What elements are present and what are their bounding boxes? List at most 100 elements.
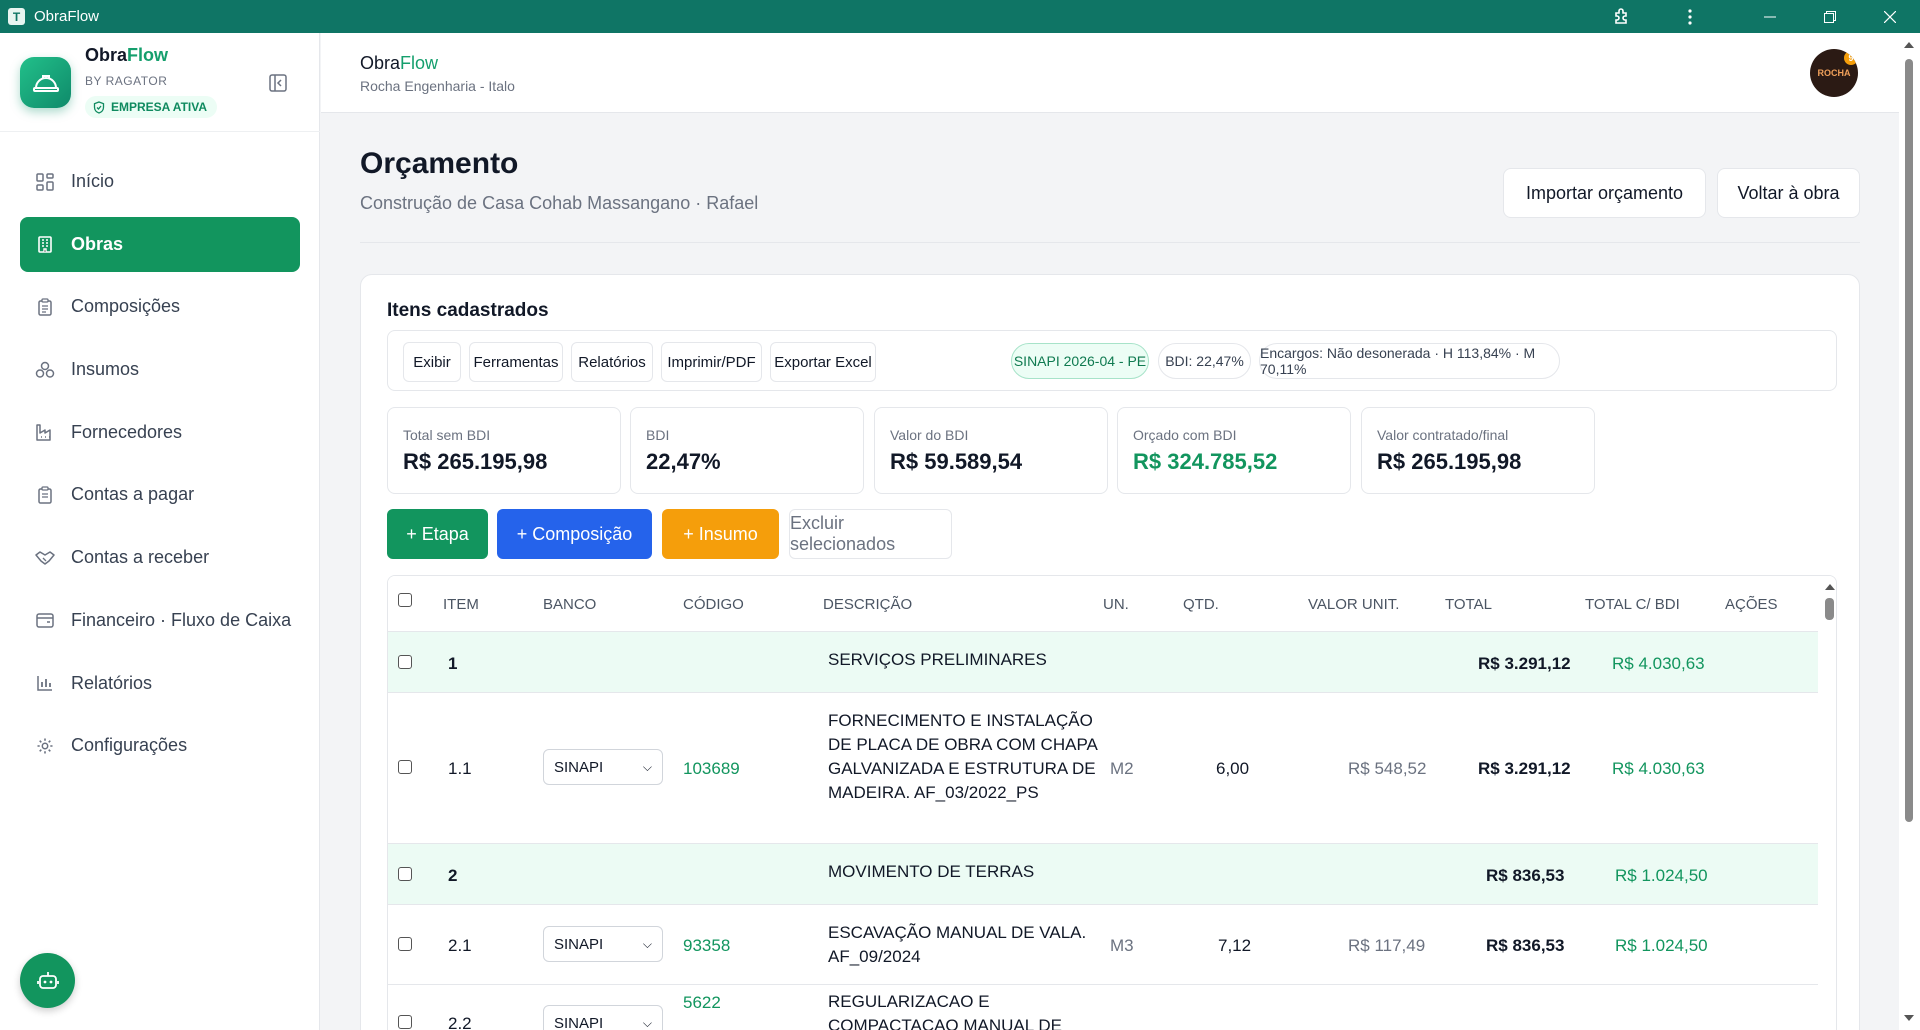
col-total-bdi: TOTAL C/ BDI xyxy=(1585,596,1680,613)
assistant-bot-button[interactable] xyxy=(20,953,75,1008)
table-toolbar: Exibir Ferramentas Relatórios Imprimir/P… xyxy=(387,330,1837,391)
brand-by: BY RAGATOR xyxy=(85,74,168,88)
table-row[interactable]: 2.1 SINAPI ⌵ 93358 ESCAVAÇÃO MANUAL DE VA… xyxy=(388,905,1818,985)
import-budget-button[interactable]: Importar orçamento xyxy=(1503,168,1706,218)
kpi-valor-bdi: Valor do BDI R$ 59.589,54 xyxy=(874,407,1108,494)
banco-select[interactable]: SINAPI ⌵ xyxy=(543,926,663,962)
table-row[interactable]: 2 MOVIMENTO DE TERRAS R$ 836,53 R$ 1.024… xyxy=(388,844,1818,905)
more-options-icon[interactable] xyxy=(1666,0,1714,33)
sidebar-item-inicio[interactable]: Início xyxy=(20,154,300,209)
budget-table: ITEM BANCO CÓDIGO DESCRIÇÃO UN. QTD. VAL… xyxy=(387,575,1837,1030)
print-pdf-button[interactable]: Imprimir/PDF xyxy=(661,342,762,382)
row-checkbox[interactable] xyxy=(398,937,412,951)
sidebar-item-configuracoes[interactable]: Configurações xyxy=(20,718,300,773)
row-checkbox[interactable] xyxy=(398,655,412,669)
col-valor-unit: VALOR UNIT. xyxy=(1308,596,1400,613)
sidebar-item-financeiro[interactable]: Financeiro · Fluxo de Caixa xyxy=(20,593,300,648)
row-checkbox[interactable] xyxy=(398,867,412,881)
export-excel-button[interactable]: Exportar Excel xyxy=(770,342,876,382)
restore-button[interactable] xyxy=(1806,0,1854,33)
sidebar-item-label: Fornecedores xyxy=(71,421,183,442)
delete-selected-button[interactable]: Excluir selecionados xyxy=(789,509,952,559)
sidebar-nav: Início Obras Composições Insumos Fornece… xyxy=(20,154,300,781)
back-to-project-button[interactable]: Voltar à obra xyxy=(1717,168,1860,218)
sidebar-item-label: Contas a receber xyxy=(71,547,210,568)
table-row[interactable]: 1 SERVIÇOS PRELIMINARES R$ 3.291,12 R$ 4… xyxy=(388,632,1818,693)
encargos-chip[interactable]: Encargos: Não desonerada · H 113,84% · M… xyxy=(1259,343,1560,379)
bdi-chip[interactable]: BDI: 22,47% xyxy=(1158,343,1251,379)
brand-name: ObraFlow xyxy=(85,45,169,65)
sidebar-item-obras[interactable]: Obras xyxy=(20,216,300,272)
avatar[interactable]: ROCHA 9 xyxy=(1810,49,1858,97)
sinapi-chip[interactable]: SINAPI 2026-04 - PE xyxy=(1011,343,1149,379)
table-row[interactable]: 1.1 SINAPI ⌵ 103689 FORNECIMENTO E INSTAL… xyxy=(388,693,1818,844)
chevron-down-icon: ⌵ xyxy=(642,937,652,951)
col-descricao: DESCRIÇÃO xyxy=(823,596,913,613)
page-subtitle: Construção de Casa Cohab Massangano · Ra… xyxy=(360,193,759,213)
hard-hat-icon xyxy=(32,74,59,92)
sidebar-item-relatorios[interactable]: Relatórios xyxy=(20,656,300,711)
wallet-icon xyxy=(35,610,55,630)
sidebar-item-label: Insumos xyxy=(71,359,140,380)
brand-logo xyxy=(20,57,71,108)
items-card: Itens cadastrados Exibir Ferramentas Rel… xyxy=(360,274,1860,1030)
app-logo-icon: T xyxy=(8,8,25,25)
table-row[interactable]: 2.2 SINAPI ⌵ 5622 REGULARIZACAO E COMPACT… xyxy=(388,985,1818,1030)
sidebar: ObraFlow BY RAGATOR EMPRESA ATIVA Início… xyxy=(0,33,320,1030)
col-item: ITEM xyxy=(443,596,479,613)
collapse-sidebar-icon[interactable] xyxy=(268,73,288,93)
page-title: Orçamento xyxy=(360,147,519,180)
table-scrollbar[interactable] xyxy=(1821,576,1836,1030)
row-checkbox[interactable] xyxy=(398,760,412,774)
col-qtd: QTD. xyxy=(1183,596,1219,613)
handshake-icon xyxy=(35,548,55,568)
sidebar-item-fornecedores[interactable]: Fornecedores xyxy=(20,405,300,460)
select-all-checkbox[interactable] xyxy=(398,593,412,607)
banco-select[interactable]: SINAPI ⌵ xyxy=(543,1005,663,1030)
notification-badge: 9 xyxy=(1844,51,1858,65)
col-banco: BANCO xyxy=(543,596,597,613)
card-title: Itens cadastrados xyxy=(387,300,549,321)
kpi-bdi: BDI 22,47% xyxy=(630,407,864,494)
add-etapa-button[interactable]: + Etapa xyxy=(387,509,488,559)
sidebar-item-label: Configurações xyxy=(71,735,188,756)
kpi-valor-contratado: Valor contratado/final R$ 265.195,98 xyxy=(1361,407,1595,494)
shield-check-icon xyxy=(93,100,105,114)
robot-icon xyxy=(36,971,59,989)
sidebar-item-insumos[interactable]: Insumos xyxy=(20,342,300,397)
sidebar-item-label: Composições xyxy=(71,296,181,317)
kpi-total-sem-bdi: Total sem BDI R$ 265.195,98 xyxy=(387,407,621,494)
add-insumo-button[interactable]: + Insumo xyxy=(662,509,779,559)
page-scrollbar[interactable] xyxy=(1899,33,1920,1030)
window-title: ObraFlow xyxy=(34,8,100,25)
close-button[interactable] xyxy=(1866,0,1914,33)
chevron-down-icon: ⌵ xyxy=(642,760,652,774)
ferramentas-button[interactable]: Ferramentas xyxy=(469,342,563,382)
col-un: UN. xyxy=(1103,596,1129,613)
header-brand: ObraFlow xyxy=(360,53,439,73)
col-acoes: AÇÕES xyxy=(1725,596,1778,613)
boxes-icon xyxy=(35,360,55,380)
sidebar-item-label: Contas a pagar xyxy=(71,484,195,505)
building-icon xyxy=(35,234,55,254)
relatorios-button[interactable]: Relatórios xyxy=(571,342,653,382)
sidebar-item-label: Relatórios xyxy=(71,672,153,693)
clipboard-list-icon xyxy=(35,485,55,505)
grid-icon xyxy=(35,172,55,192)
header-company: Rocha Engenharia - Italo xyxy=(360,78,515,94)
exibir-button[interactable]: Exibir xyxy=(403,342,461,382)
row-checkbox[interactable] xyxy=(398,1015,412,1029)
sidebar-item-composicoes[interactable]: Composições xyxy=(20,279,300,334)
company-active-badge: EMPRESA ATIVA xyxy=(85,96,218,118)
window-titlebar: T ObraFlow xyxy=(0,0,1920,33)
bar-chart-icon xyxy=(35,673,55,693)
extensions-icon[interactable] xyxy=(1598,0,1646,33)
sidebar-item-contas-receber[interactable]: Contas a receber xyxy=(20,530,300,585)
sidebar-item-contas-pagar[interactable]: Contas a pagar xyxy=(20,467,300,522)
gear-icon xyxy=(35,736,55,756)
add-composicao-button[interactable]: + Composição xyxy=(497,509,652,559)
minimize-button[interactable] xyxy=(1746,0,1794,33)
sidebar-item-label: Financeiro · Fluxo de Caixa xyxy=(71,609,292,630)
banco-select[interactable]: SINAPI ⌵ xyxy=(543,749,663,785)
sidebar-item-label: Início xyxy=(71,171,115,191)
